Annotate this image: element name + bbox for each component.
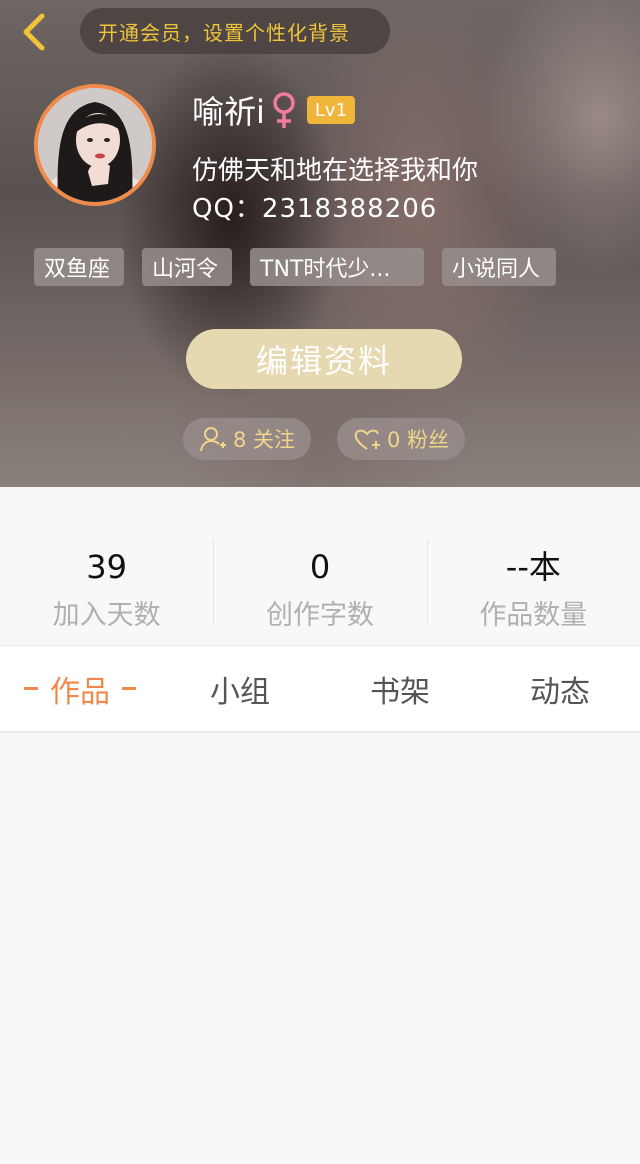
- tag-item[interactable]: TNT时代少...: [250, 248, 424, 286]
- avatar-image: [38, 88, 152, 202]
- avatar[interactable]: [34, 84, 156, 206]
- stat-works-count: --本 作品数量: [426, 487, 640, 645]
- level-badge: Lv1: [306, 96, 356, 124]
- profile-tabs: 作品 小组 书架 动态: [0, 645, 640, 733]
- stat-label: 创作字数: [265, 600, 374, 631]
- heart-add-icon: [354, 429, 380, 450]
- tab-groups[interactable]: 小组: [160, 646, 320, 731]
- qq-number: QQ：2318388206: [192, 194, 438, 224]
- active-tab-dash: [24, 687, 38, 690]
- stat-value: 39: [86, 548, 128, 586]
- fans-count: 0 粉丝: [386, 428, 450, 452]
- active-tab-dash: [122, 687, 136, 690]
- fans-button[interactable]: 0 粉丝: [337, 418, 465, 460]
- tag-item[interactable]: 双鱼座: [34, 248, 124, 286]
- following-count: 8 关注: [232, 428, 296, 452]
- stat-join-days: 39 加入天数: [0, 487, 213, 645]
- vip-prompt-text: 开通会员，设置个性化背景: [98, 20, 350, 45]
- tab-activity[interactable]: 动态: [480, 646, 640, 731]
- username-row: 喻祈i Lv1: [192, 88, 356, 132]
- tab-works[interactable]: 作品: [0, 646, 160, 731]
- tab-label: 小组: [210, 674, 270, 710]
- signature: 仿佛天和地在选择我和你: [192, 156, 479, 186]
- tag-item[interactable]: 小说同人: [442, 248, 556, 286]
- stat-label: 作品数量: [479, 600, 588, 631]
- tab-label: 作品: [50, 674, 110, 710]
- tab-label: 书架: [370, 674, 430, 710]
- female-icon: [273, 92, 295, 128]
- tab-content-area: [0, 735, 640, 1164]
- username: 喻祈i: [192, 93, 265, 131]
- tab-label: 动态: [530, 674, 590, 710]
- following-button[interactable]: 8 关注: [183, 418, 311, 460]
- interest-tags: 双鱼座 山河令 TNT时代少... 小说同人: [34, 248, 556, 286]
- vip-background-prompt[interactable]: 开通会员，设置个性化背景: [80, 8, 390, 54]
- stat-value: 0: [309, 548, 331, 586]
- user-add-icon: [199, 427, 226, 452]
- stat-label: 加入天数: [52, 600, 161, 631]
- chevron-left-icon: [23, 13, 45, 51]
- back-button[interactable]: [14, 10, 54, 54]
- edit-profile-button[interactable]: 编辑资料: [186, 329, 462, 389]
- profile-header: 开通会员，设置个性化背景 喻祈i Lv1 仿佛天和地在选择我和你 QQ：2318…: [0, 0, 640, 487]
- stat-value: --本: [505, 548, 561, 586]
- tag-item[interactable]: 山河令: [142, 248, 232, 286]
- stat-word-count: 0 创作字数: [213, 487, 426, 645]
- tab-bookshelf[interactable]: 书架: [320, 646, 480, 731]
- profile-stats: 39 加入天数 0 创作字数 --本 作品数量: [0, 487, 640, 645]
